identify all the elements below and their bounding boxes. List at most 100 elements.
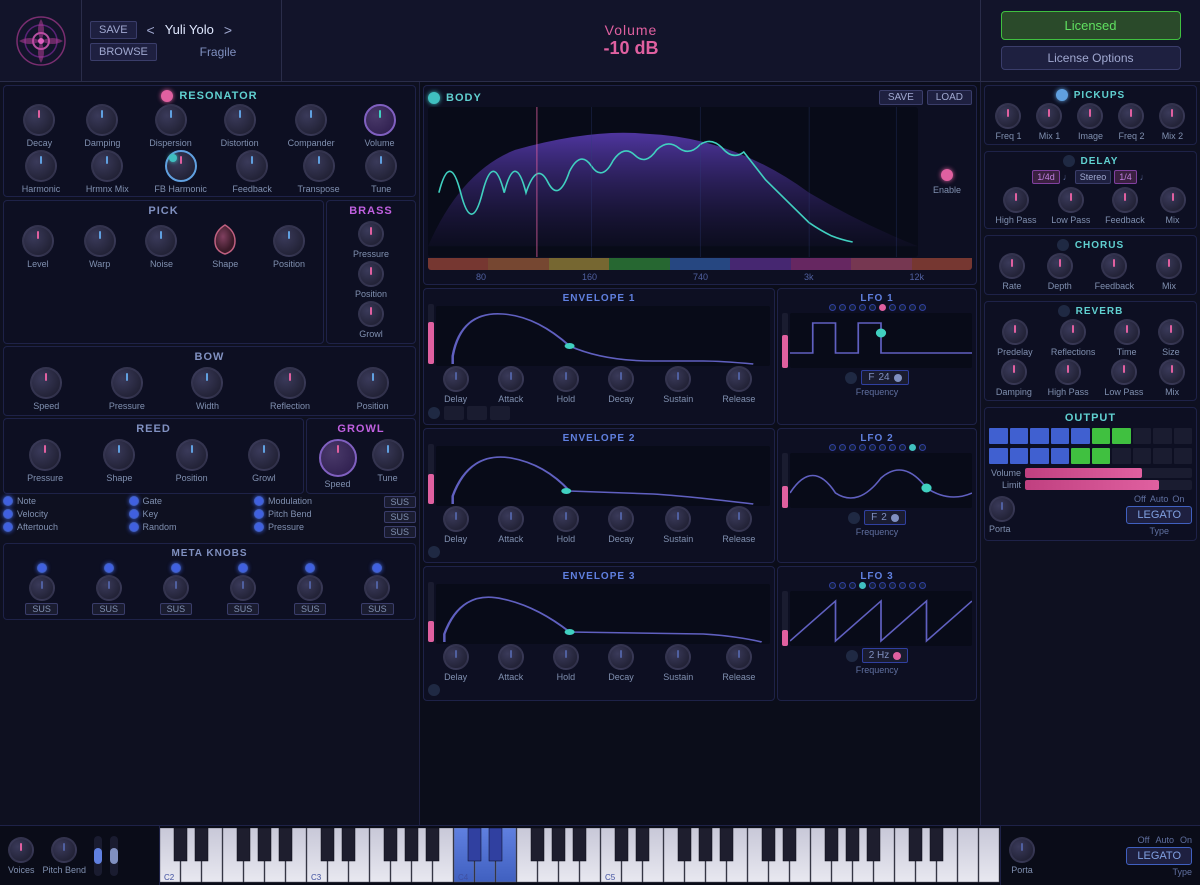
env3-sustain-knob[interactable] xyxy=(665,644,691,670)
mod-modulation-check[interactable] xyxy=(254,496,264,506)
env2-delay-knob[interactable] xyxy=(443,506,469,532)
env1-release-knob[interactable] xyxy=(726,366,752,392)
bow-speed-knob[interactable] xyxy=(30,367,62,399)
meta-knob-4[interactable] xyxy=(230,575,256,601)
env2-left-bar[interactable] xyxy=(428,444,434,504)
reverb-mix-knob[interactable] xyxy=(1159,359,1185,385)
body-power-button[interactable] xyxy=(428,92,440,104)
env2-decay-knob[interactable] xyxy=(608,506,634,532)
delay-lowpass-knob[interactable] xyxy=(1058,187,1084,213)
meta-ind-2[interactable] xyxy=(104,563,114,573)
resonator-feedback-knob[interactable] xyxy=(236,150,268,182)
mod-pitchbend-check[interactable] xyxy=(254,509,264,519)
pickups-mix2-knob[interactable] xyxy=(1159,103,1185,129)
resonator-harmonic-knob[interactable] xyxy=(25,150,57,182)
resonator-power-button[interactable] xyxy=(161,90,173,102)
lfo1-dot-4[interactable] xyxy=(859,304,866,311)
reed-position-knob[interactable] xyxy=(176,439,208,471)
meta-sus-3[interactable]: SUS xyxy=(160,603,193,615)
lfo2-dot-9[interactable] xyxy=(909,444,916,451)
bow-position-knob[interactable] xyxy=(357,367,389,399)
save-button[interactable]: SAVE xyxy=(90,21,137,39)
lfo2-dot-3[interactable] xyxy=(849,444,856,451)
env2-sustain-knob[interactable] xyxy=(665,506,691,532)
env3-attack-knob[interactable] xyxy=(498,644,524,670)
env1-decay-knob[interactable] xyxy=(608,366,634,392)
pickups-power-button[interactable] xyxy=(1056,89,1068,101)
pick-noise-knob[interactable] xyxy=(145,225,177,257)
meta-ind-3[interactable] xyxy=(171,563,181,573)
env1-shape-3[interactable] xyxy=(490,406,510,420)
chorus-depth-knob[interactable] xyxy=(1047,253,1073,279)
env2-hold-knob[interactable] xyxy=(553,506,579,532)
delay-power-button[interactable] xyxy=(1063,155,1075,167)
lfo3-dot-9[interactable] xyxy=(909,582,916,589)
bow-reflection-knob[interactable] xyxy=(274,367,306,399)
resonator-damping-knob[interactable] xyxy=(86,104,118,136)
resonator-volume-knob[interactable] xyxy=(364,104,396,136)
pitchbend-slider-2[interactable] xyxy=(110,836,118,876)
env1-attack-knob[interactable] xyxy=(498,366,524,392)
resonator-hrmnxmix-knob[interactable] xyxy=(91,150,123,182)
output-volume-track[interactable] xyxy=(1025,468,1192,478)
reverb-size-knob[interactable] xyxy=(1158,319,1184,345)
brass-pressure-knob[interactable] xyxy=(358,221,384,247)
licensed-button[interactable]: Licensed xyxy=(1001,11,1181,40)
lfo3-dot-5[interactable] xyxy=(869,582,876,589)
lfo1-dot-8[interactable] xyxy=(899,304,906,311)
output-limit-track[interactable] xyxy=(1025,480,1192,490)
env2-release-knob[interactable] xyxy=(726,506,752,532)
lfo3-power-button[interactable] xyxy=(846,650,858,662)
lfo3-dot-3[interactable] xyxy=(849,582,856,589)
lfo3-dot-2[interactable] xyxy=(839,582,846,589)
resonator-decay-knob[interactable] xyxy=(23,104,55,136)
lfo2-dot-5[interactable] xyxy=(869,444,876,451)
porta-knob[interactable] xyxy=(989,496,1015,522)
lfo3-dot-8[interactable] xyxy=(899,582,906,589)
lfo2-left-bar[interactable] xyxy=(782,453,788,508)
meta-knob-1[interactable] xyxy=(29,575,55,601)
mod-aftertouch-check[interactable] xyxy=(3,522,13,532)
delay-feedback-knob[interactable] xyxy=(1112,187,1138,213)
lfo2-dot-10[interactable] xyxy=(919,444,926,451)
license-options-button[interactable]: License Options xyxy=(1001,46,1181,70)
meta-knob-6[interactable] xyxy=(364,575,390,601)
env3-release-knob[interactable] xyxy=(726,644,752,670)
sus-btn-3[interactable]: SUS xyxy=(384,526,417,538)
chorus-mix-knob[interactable] xyxy=(1156,253,1182,279)
chorus-feedback-knob[interactable] xyxy=(1101,253,1127,279)
lfo1-power-button[interactable] xyxy=(845,372,857,384)
reverb-predelay-knob[interactable] xyxy=(1002,319,1028,345)
meta-sus-1[interactable]: SUS xyxy=(25,603,58,615)
resonator-distortion-knob[interactable] xyxy=(224,104,256,136)
lfo1-dot-5[interactable] xyxy=(869,304,876,311)
meta-knob-5[interactable] xyxy=(297,575,323,601)
lfo3-left-bar[interactable] xyxy=(782,591,788,646)
mod-velocity-check[interactable] xyxy=(3,509,13,519)
mod-pressure-check[interactable] xyxy=(254,522,264,532)
delay-mode[interactable]: Stereo xyxy=(1075,170,1112,184)
env1-left-bar[interactable] xyxy=(428,304,434,364)
lfo2-dot-7[interactable] xyxy=(889,444,896,451)
delay-mix-knob[interactable] xyxy=(1160,187,1186,213)
lfo3-dot-10[interactable] xyxy=(919,582,926,589)
lfo2-power-button[interactable] xyxy=(848,512,860,524)
legato-button[interactable]: LEGATO xyxy=(1126,506,1192,524)
brass-growl-knob[interactable] xyxy=(358,301,384,327)
meta-knob-3[interactable] xyxy=(163,575,189,601)
resonator-compander-knob[interactable] xyxy=(295,104,327,136)
env2-power-button[interactable] xyxy=(428,546,440,558)
mod-random-check[interactable] xyxy=(129,522,139,532)
mod-key-check[interactable] xyxy=(129,509,139,519)
lfo3-dot-6[interactable] xyxy=(879,582,886,589)
pick-position-knob[interactable] xyxy=(273,225,305,257)
reverb-highpass-knob[interactable] xyxy=(1055,359,1081,385)
reed-shape-knob[interactable] xyxy=(103,439,135,471)
chorus-rate-knob[interactable] xyxy=(999,253,1025,279)
reed-pressure-knob[interactable] xyxy=(29,439,61,471)
delay-left-delay[interactable]: 1/4d xyxy=(1032,170,1060,184)
delay-highpass-knob[interactable] xyxy=(1003,187,1029,213)
env3-power-button[interactable] xyxy=(428,684,440,696)
body-save-button[interactable]: SAVE xyxy=(879,90,923,105)
lfo3-dot-7[interactable] xyxy=(889,582,896,589)
